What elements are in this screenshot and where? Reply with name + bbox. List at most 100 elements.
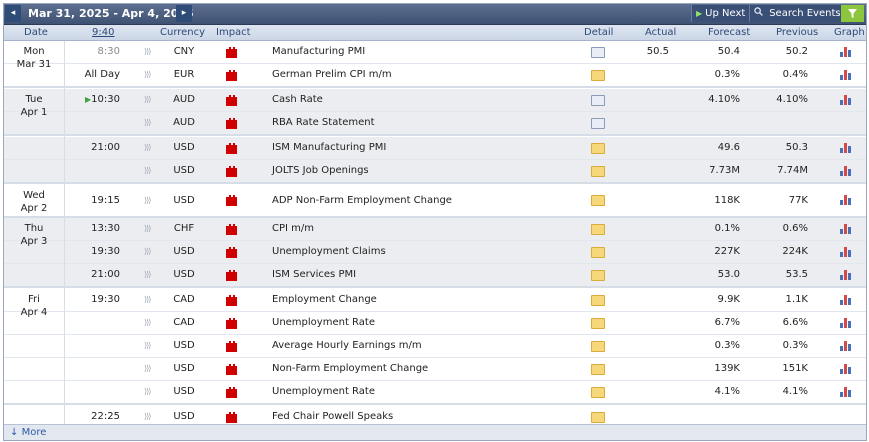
event-title[interactable]: RBA Rate Statement: [272, 112, 375, 134]
signal-icon: ⟩⟩⟩: [144, 318, 151, 327]
event-previous: 151K: [782, 363, 808, 374]
event-previous: 53.5: [785, 269, 808, 280]
event-title[interactable]: Average Hourly Earnings m/m: [272, 335, 422, 357]
folder-icon[interactable]: [591, 364, 605, 375]
table-row[interactable]: ⟩⟩⟩ USD Non-Farm Employment Change 139K …: [4, 358, 866, 381]
bar-chart-icon[interactable]: [840, 223, 852, 234]
bar-chart-icon[interactable]: [840, 363, 852, 374]
event-forecast: 6.7%: [714, 317, 740, 328]
bar-chart-icon[interactable]: [840, 69, 852, 80]
bar-chart-icon[interactable]: [840, 165, 852, 176]
table-row[interactable]: ⟩⟩⟩ USD Unemployment Rate 4.1% 4.1%: [4, 381, 866, 405]
event-title[interactable]: Unemployment Rate: [272, 381, 375, 403]
day-label: Wed Apr 2: [20, 190, 48, 214]
table-row[interactable]: ⟩⟩⟩ USD JOLTS Job Openings 7.73M 7.74M: [4, 160, 866, 184]
bar-chart-icon[interactable]: [840, 317, 852, 328]
table-row[interactable]: All Day ⟩⟩⟩ EUR German Prelim CPI m/m 0.…: [4, 64, 866, 88]
event-title[interactable]: Manufacturing PMI: [272, 41, 365, 63]
event-previous: 0.6%: [782, 223, 808, 234]
table-row[interactable]: 8:30 ⟩⟩⟩ CNY Manufacturing PMI 50.5 50.4…: [4, 41, 866, 64]
bar-chart-icon[interactable]: [840, 194, 852, 205]
bar-chart-icon[interactable]: [840, 94, 852, 105]
detail-doc-icon[interactable]: [591, 118, 605, 129]
event-time: 21:00: [91, 269, 120, 280]
folder-icon[interactable]: [591, 341, 605, 352]
bar-chart-icon[interactable]: [840, 386, 852, 397]
folder-icon[interactable]: [591, 387, 605, 398]
column-divider: [64, 41, 65, 426]
table-row[interactable]: ⟩⟩⟩ CAD Unemployment Rate 6.7% 6.6%: [4, 312, 866, 335]
high-impact-folder-icon: [226, 318, 237, 329]
chevron-left-icon[interactable]: ◂: [5, 5, 21, 22]
event-title[interactable]: JOLTS Job Openings: [272, 160, 369, 182]
folder-icon[interactable]: [591, 224, 605, 235]
event-title[interactable]: Non-Farm Employment Change: [272, 358, 428, 380]
table-row[interactable]: 19:30 ⟩⟩⟩ CAD Employment Change 9.9K 1.1…: [4, 289, 866, 312]
high-impact-folder-icon: [226, 364, 237, 375]
event-title[interactable]: ISM Manufacturing PMI: [272, 137, 386, 159]
event-previous: 50.2: [785, 46, 808, 57]
folder-icon[interactable]: [591, 195, 605, 206]
event-previous: 0.4%: [782, 69, 808, 80]
event-title[interactable]: German Prelim CPI m/m: [272, 64, 392, 86]
table-row[interactable]: ⟩⟩⟩ USD Average Hourly Earnings m/m 0.3%…: [4, 335, 866, 358]
signal-icon: ⟩⟩⟩: [144, 47, 151, 56]
bar-chart-icon[interactable]: [840, 246, 852, 257]
folder-icon[interactable]: [591, 247, 605, 258]
table-row[interactable]: 21:00 ⟩⟩⟩ USD ISM Manufacturing PMI 49.6…: [4, 137, 866, 160]
search-events-button[interactable]: Search Events: [749, 5, 847, 22]
folder-icon[interactable]: [591, 295, 605, 306]
event-title[interactable]: Employment Change: [272, 289, 377, 311]
bar-chart-icon[interactable]: [840, 269, 852, 280]
bar-chart-icon[interactable]: [840, 340, 852, 351]
folder-icon[interactable]: [591, 318, 605, 329]
event-title[interactable]: Unemployment Claims: [272, 241, 386, 263]
date-range-title: Mar 31, 2025 - Apr 4, 2025: [28, 7, 194, 20]
folder-icon[interactable]: [591, 166, 605, 177]
folder-icon[interactable]: [591, 412, 605, 423]
table-row[interactable]: ▶10:30 ⟩⟩⟩ AUD Cash Rate 4.10% 4.10%: [4, 89, 866, 112]
detail-doc-icon[interactable]: [591, 47, 605, 58]
event-title[interactable]: CPI m/m: [272, 218, 314, 240]
event-previous: 0.3%: [782, 340, 808, 351]
table-row[interactable]: 21:00 ⟩⟩⟩ USD ISM Services PMI 53.0 53.5: [4, 264, 866, 288]
event-time: 13:30: [91, 223, 120, 234]
event-forecast: 49.6: [717, 142, 740, 153]
event-forecast: 9.9K: [717, 294, 740, 305]
search-icon: [754, 7, 766, 19]
header-time-clock[interactable]: 9:40: [92, 25, 114, 40]
table-row[interactable]: 19:30 ⟩⟩⟩ USD Unemployment Claims 227K 2…: [4, 241, 866, 264]
event-actual: 50.5: [646, 46, 669, 57]
table-row[interactable]: 19:15 ⟩⟩⟩ USD ADP Non-Farm Employment Ch…: [4, 185, 866, 218]
chevron-right-icon[interactable]: ▸: [176, 5, 192, 22]
event-time: 19:15: [91, 195, 120, 206]
folder-icon[interactable]: [591, 270, 605, 281]
bar-chart-icon[interactable]: [840, 142, 852, 153]
folder-icon[interactable]: [591, 143, 605, 154]
detail-doc-icon[interactable]: [591, 95, 605, 106]
event-time: 21:00: [91, 142, 120, 153]
header-actual: Actual: [645, 27, 677, 38]
filter-button[interactable]: [841, 5, 864, 22]
event-currency: CNY: [173, 46, 195, 57]
table-row[interactable]: 13:30 ⟩⟩⟩ CHF CPI m/m 0.1% 0.6%: [4, 218, 866, 241]
bar-chart-icon[interactable]: [840, 46, 852, 57]
day-label: Thu Apr 3: [20, 223, 48, 247]
event-time: 8:30: [97, 46, 120, 57]
more-link[interactable]: ↓ More: [10, 425, 46, 440]
event-time: 19:30: [91, 246, 120, 257]
event-title[interactable]: ADP Non-Farm Employment Change: [272, 185, 452, 216]
event-title[interactable]: Cash Rate: [272, 89, 323, 111]
up-next-button[interactable]: ▶ Up Next: [691, 5, 754, 22]
event-title[interactable]: ISM Services PMI: [272, 264, 356, 286]
table-row[interactable]: ⟩⟩⟩ AUD RBA Rate Statement: [4, 112, 866, 136]
bar-chart-icon[interactable]: [840, 294, 852, 305]
header-impact: Impact: [216, 27, 251, 38]
signal-icon: ⟩⟩⟩: [144, 70, 151, 79]
event-title[interactable]: Unemployment Rate: [272, 312, 375, 334]
signal-icon: ⟩⟩⟩: [144, 166, 151, 175]
folder-icon[interactable]: [591, 70, 605, 81]
signal-icon: ⟩⟩⟩: [144, 295, 151, 304]
event-previous: 77K: [788, 195, 808, 206]
event-forecast: 50.4: [717, 46, 740, 57]
